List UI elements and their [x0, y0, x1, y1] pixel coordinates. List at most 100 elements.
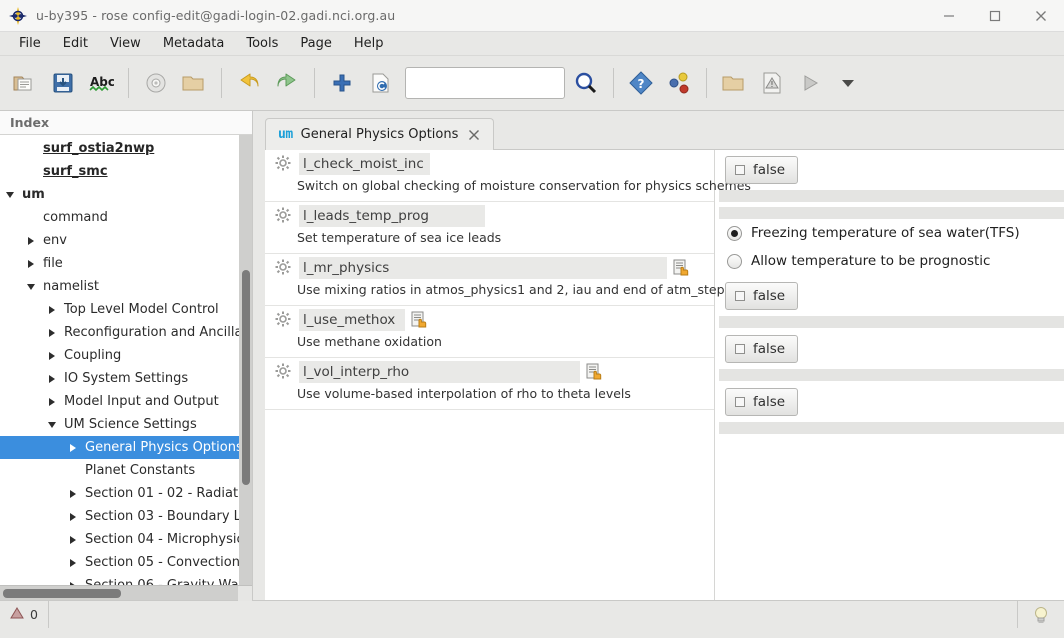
settings-panel: l_check_moist_inc Switch on global checki…	[265, 150, 1064, 600]
trigger-action-icon[interactable]	[411, 311, 429, 329]
chevron-right-icon[interactable]	[42, 344, 62, 367]
menu-file[interactable]: File	[8, 33, 52, 55]
browse-output-icon[interactable]	[717, 63, 751, 103]
menu-view[interactable]: View	[99, 33, 152, 55]
boolean-checkbox-l_vol_interp_rho[interactable]: false	[725, 388, 799, 416]
menu-edit[interactable]: Edit	[52, 33, 99, 55]
sidebar-item-section-01-02-radiation[interactable]: Section 01 - 02 - Radiation	[0, 482, 252, 505]
redo-icon[interactable]	[270, 63, 304, 103]
search-input[interactable]	[405, 67, 565, 99]
menu-tools[interactable]: Tools	[235, 33, 289, 55]
sidebar-item-reconfiguration-and-ancillary[interactable]: Reconfiguration and Ancillary	[0, 321, 252, 344]
browse-disc-icon[interactable]	[139, 63, 173, 103]
lightbulb-icon[interactable]	[1018, 601, 1064, 628]
chevron-right-icon[interactable]	[21, 252, 41, 275]
gear-icon[interactable]	[275, 363, 293, 381]
search-icon[interactable]	[569, 63, 603, 103]
sidebar-item-planet-constants[interactable]: Planet Constants	[0, 459, 252, 482]
setting-name[interactable]: l_use_methox	[299, 309, 405, 331]
sidebar-item-command[interactable]: command	[0, 206, 252, 229]
setting-description: Use volume-based interpolation of rho to…	[297, 386, 631, 401]
add-icon[interactable]	[325, 63, 359, 103]
tree-horizontal-scrollbar[interactable]	[0, 585, 252, 601]
revert-icon[interactable]	[363, 63, 397, 103]
chevron-down-icon[interactable]	[42, 413, 62, 436]
tab-general-physics-options[interactable]: um General Physics Options	[265, 118, 495, 150]
status-message	[49, 601, 1018, 628]
boolean-checkbox-l_mr_physics[interactable]: false	[725, 282, 799, 310]
save-icon[interactable]	[46, 63, 80, 103]
sidebar-item-um-science-settings[interactable]: UM Science Settings	[0, 413, 252, 436]
sidebar-item-coupling[interactable]: Coupling	[0, 344, 252, 367]
sidebar-item-um[interactable]: um	[0, 183, 252, 206]
chevron-right-icon[interactable]	[63, 551, 83, 574]
trigger-action-icon[interactable]	[586, 363, 604, 381]
index-tree[interactable]: surf_ostia2nwp surf_smc um command env file na…	[0, 135, 252, 585]
undo-icon[interactable]	[232, 63, 266, 103]
maximize-icon[interactable]	[972, 0, 1018, 32]
check-spelling-icon[interactable]: Abc	[84, 63, 118, 103]
chevron-right-icon[interactable]	[63, 574, 83, 585]
tree-vertical-scroll-thumb[interactable]	[241, 270, 250, 485]
graph-metadata-icon[interactable]	[662, 63, 696, 103]
setting-name[interactable]: l_leads_temp_prog	[299, 205, 485, 227]
gear-icon[interactable]	[275, 155, 293, 173]
chevron-right-icon[interactable]	[63, 436, 83, 459]
tree-horizontal-scroll-thumb[interactable]	[3, 589, 121, 598]
sidebar-item-surf-ostia2nwp[interactable]: surf_ostia2nwp	[0, 137, 252, 160]
sidebar-item-namelist[interactable]: namelist	[0, 275, 252, 298]
chevron-right-icon[interactable]	[63, 482, 83, 505]
chevron-right-icon[interactable]	[63, 528, 83, 551]
boolean-checkbox-l_use_methox[interactable]: false	[725, 335, 799, 363]
menu-help[interactable]: Help	[343, 33, 395, 55]
chevron-right-icon[interactable]	[42, 367, 62, 390]
open-folder-icon[interactable]	[177, 63, 211, 103]
trigger-action-icon[interactable]	[673, 259, 691, 277]
close-icon[interactable]	[1018, 0, 1064, 32]
minimize-icon[interactable]	[926, 0, 972, 32]
run-suite-icon[interactable]	[793, 63, 827, 103]
warning-status[interactable]: 0	[0, 601, 49, 628]
sidebar-item-section-03-boundary-layer[interactable]: Section 03 - Boundary Layer	[0, 505, 252, 528]
gear-icon[interactable]	[275, 207, 293, 225]
sidebar-item-section-05-convection[interactable]: Section 05 - Convection	[0, 551, 252, 574]
sidebar-item-io-system-settings[interactable]: IO System Settings	[0, 367, 252, 390]
setting-value-row: Freezing temperature of sea water(TFS) Al…	[715, 207, 1064, 276]
help-diamond-icon[interactable]: ?	[624, 63, 658, 103]
setting-name[interactable]: l_vol_interp_rho	[299, 361, 580, 383]
sidebar-item-model-input-and-output[interactable]: Model Input and Output	[0, 390, 252, 413]
gear-icon[interactable]	[275, 259, 293, 277]
chevron-down-icon[interactable]	[0, 183, 20, 206]
radio-option[interactable]: Allow temperature to be prognostic	[715, 247, 1064, 275]
tree-vertical-scrollbar[interactable]	[239, 135, 252, 585]
gear-icon[interactable]	[275, 311, 293, 329]
menu-page[interactable]: Page	[289, 33, 342, 55]
radio-button[interactable]	[727, 225, 742, 241]
chevron-right-icon[interactable]	[63, 505, 83, 528]
chevron-right-icon[interactable]	[42, 390, 62, 413]
setting-name[interactable]: l_mr_physics	[299, 257, 667, 279]
chevron-down-icon[interactable]	[21, 275, 41, 298]
chevron-right-icon[interactable]	[21, 229, 41, 252]
sidebar-item-general-physics-options[interactable]: General Physics Options	[0, 436, 252, 459]
menu-metadata[interactable]: Metadata	[152, 33, 236, 55]
boolean-checkbox-l_check_moist_inc[interactable]: false	[725, 156, 799, 184]
scrollbar-corner	[238, 586, 252, 601]
view-warnings-icon[interactable]: !	[755, 63, 789, 103]
sidebar-item-file[interactable]: file	[0, 252, 252, 275]
open-suite-icon[interactable]	[8, 63, 42, 103]
chevron-down-icon[interactable]	[835, 63, 861, 103]
sidebar-item-section-06-gravity-wave-drag[interactable]: Section 06 - Gravity Wave Drag	[0, 574, 252, 585]
sidebar-item-env[interactable]: env	[0, 229, 252, 252]
setting-name[interactable]: l_check_moist_inc	[299, 153, 430, 175]
chevron-right-icon[interactable]	[42, 321, 62, 344]
sidebar-item-surf-smc[interactable]: surf_smc	[0, 160, 252, 183]
close-tab-icon[interactable]	[466, 127, 482, 143]
sidebar-item-section-04-microphysics[interactable]: Section 04 - Microphysics	[0, 528, 252, 551]
chevron-right-icon[interactable]	[42, 298, 62, 321]
radio-option[interactable]: Freezing temperature of sea water(TFS)	[715, 219, 1064, 247]
radio-button[interactable]	[727, 253, 742, 269]
sidebar-item-top-level-model-control[interactable]: Top Level Model Control	[0, 298, 252, 321]
